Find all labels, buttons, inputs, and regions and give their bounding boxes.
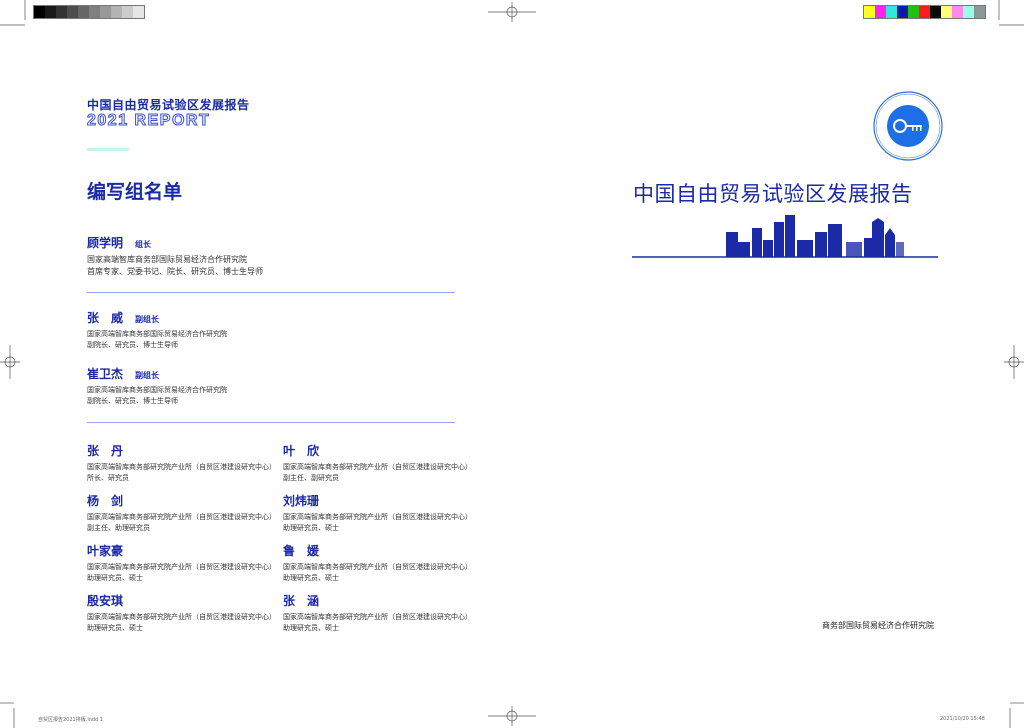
think-tank-logo [873, 91, 943, 161]
series-title: 中国自由贸易试验区发展报告 [87, 98, 250, 112]
member-title: 副院长、研究员、博士生导师 [87, 341, 178, 349]
member-affiliation: 国家高端智库商务部研究院产业所（自贸区港建设研究中心） [87, 463, 276, 471]
member-entry: 叶家豪 国家高端智库商务部研究院产业所（自贸区港建设研究中心） 助理研究员、硕士 [87, 542, 277, 584]
member-affiliation: 国家高端智库商务部研究院产业所（自贸区港建设研究中心） [283, 513, 472, 521]
member-entry: 殷安琪 国家高端智库商务部研究院产业所（自贸区港建设研究中心） 助理研究员、硕士 [87, 592, 277, 634]
divider [87, 422, 455, 423]
member-affiliation: 国家高端智库商务部国际贸易经济合作研究院 [87, 386, 227, 394]
city-skyline-illustration [632, 215, 938, 258]
member-affiliation: 国家高端智库商务部研究院产业所（自贸区港建设研究中心） [283, 613, 472, 621]
member-name: 张 丹 [87, 444, 124, 458]
member-affiliation: 国家高端智库商务部研究院产业所（自贸区港建设研究中心） [87, 613, 276, 621]
member-name: 刘炜珊 [283, 494, 320, 508]
member-entry: 张 涵 国家高端智库商务部研究院产业所（自贸区港建设研究中心） 助理研究员、硕士 [283, 592, 473, 634]
member-entry: 张 丹 国家高端智库商务部研究院产业所（自贸区港建设研究中心） 所长、研究员 [87, 442, 277, 484]
member-entry: 刘炜珊 国家高端智库商务部研究院产业所（自贸区港建设研究中心） 助理研究员、硕士 [283, 492, 473, 534]
report-label: 2021 REPORT [86, 112, 211, 130]
leader-entry: 张 威 副组长 国家高端智库商务部国际贸易经济合作研究院 副院长、研究员、博士生导… [87, 309, 277, 351]
member-role: 组长 [135, 240, 152, 249]
member-title: 副主任、助理研究员 [87, 524, 150, 532]
member-title: 助理研究员、硕士 [283, 574, 339, 582]
member-name: 杨 剑 [87, 494, 124, 508]
leader-entry: 顾学明 组长 国家高端智库商务部国际贸易经济合作研究院 首席专家、党委书记、院长、… [87, 234, 277, 278]
member-entry: 杨 剑 国家高端智库商务部研究院产业所（自贸区港建设研究中心） 副主任、助理研究… [87, 492, 277, 534]
member-affiliation: 国家高端智库商务部国际贸易经济合作研究院 [87, 330, 227, 338]
member-name: 鲁 媛 [283, 544, 320, 558]
member-title: 助理研究员、硕士 [87, 624, 143, 632]
slug-left: 自贸区报告2021排版.indd 1 [38, 717, 103, 723]
member-title: 助理研究员、硕士 [283, 524, 339, 532]
member-affiliation: 国家高端智库商务部研究院产业所（自贸区港建设研究中心） [87, 563, 276, 571]
member-entry: 鲁 媛 国家高端智库商务部研究院产业所（自贸区港建设研究中心） 助理研究员、硕士 [283, 542, 473, 584]
report-title: 中国自由贸易试验区发展报告 [633, 182, 913, 206]
member-affiliation: 国家高端智库商务部研究院产业所（自贸区港建设研究中心） [283, 463, 472, 471]
member-name: 张 涵 [283, 594, 320, 608]
member-role: 副组长 [135, 315, 160, 324]
member-title: 助理研究员、硕士 [283, 624, 339, 632]
member-name: 张 威 [87, 311, 124, 325]
member-entry: 叶 欣 国家高端智库商务部研究院产业所（自贸区港建设研究中心） 副主任、副研究员 [283, 442, 473, 484]
member-name: 殷安琪 [87, 594, 124, 608]
member-title: 助理研究员、硕士 [87, 574, 143, 582]
member-title: 副院长、研究员、博士生导师 [87, 397, 178, 405]
divider [87, 292, 455, 293]
member-affiliation: 国家高端智库商务部研究院产业所（自贸区港建设研究中心） [283, 563, 472, 571]
member-title: 所长、研究员 [87, 474, 129, 482]
slug-right: 2021/10/20 15:48 [940, 716, 985, 722]
member-title: 首席专家、党委书记、院长、研究员、博士生导师 [87, 267, 263, 276]
member-affiliation: 国家高端智库商务部国际贸易经济合作研究院 [87, 255, 247, 264]
accent-bar [87, 148, 129, 151]
member-role: 副组长 [135, 371, 160, 380]
member-title: 副主任、副研究员 [283, 474, 339, 482]
page-heading: 编写组名单 [87, 181, 183, 203]
member-affiliation: 国家高端智库商务部研究院产业所（自贸区港建设研究中心） [87, 513, 276, 521]
member-name: 顾学明 [87, 236, 124, 250]
leader-entry: 崔卫杰 副组长 国家高端智库商务部国际贸易经济合作研究院 副院长、研究员、博士生导… [87, 365, 277, 407]
member-name: 叶家豪 [87, 544, 124, 558]
member-name: 崔卫杰 [87, 367, 124, 381]
publisher-name: 商务部国际贸易经济合作研究院 [822, 621, 934, 630]
member-name: 叶 欣 [283, 444, 320, 458]
